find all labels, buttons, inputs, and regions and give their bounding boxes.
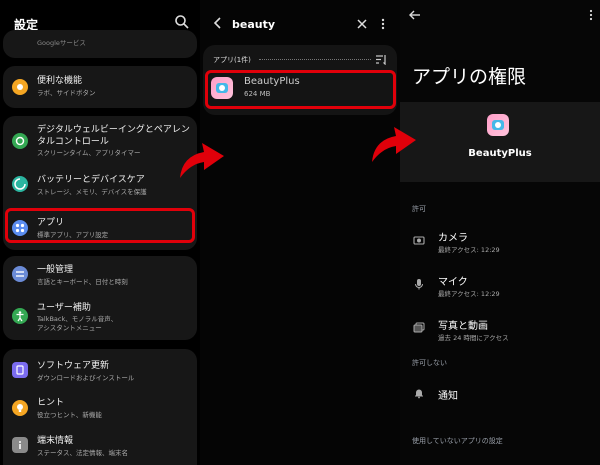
permission-photos-videos[interactable]: 写真と動画 過去 24 時間にアクセス: [400, 310, 600, 346]
settings-group-top: Googleサービス: [3, 30, 197, 58]
list-item-battery-care[interactable]: バッテリーとデバイスケア ストレージ、メモリ、デバイスを保護: [3, 166, 197, 204]
section-allowed-label: 許可: [412, 205, 426, 213]
permission-notifications[interactable]: 通知: [400, 378, 600, 408]
page-title: アプリの権限: [412, 66, 527, 88]
list-item-digital-wellbeing[interactable]: デジタルウェルビーイングとペアレン タルコントロール スクリーンタイム、アプリタ…: [3, 116, 197, 160]
accessibility-icon: [12, 308, 28, 324]
list-item-tips[interactable]: ヒント 役立つヒント、新機能: [3, 389, 197, 425]
microphone-icon: [415, 279, 423, 290]
settings-group-system: ソフトウェア更新 ダウンロードおよびインストール ヒント 役立つヒント、新機能 …: [3, 349, 197, 465]
back-icon[interactable]: [212, 16, 224, 30]
camera-icon: [413, 236, 425, 245]
list-item-about-phone[interactable]: 端末情報 ステータス、法定情報、端末名: [3, 427, 197, 463]
results-section-label: アプリ(1件): [213, 56, 251, 64]
settings-group-advanced: 便利な機能 ラボ、サイドボタン: [3, 66, 197, 108]
highlight-box-apps: [5, 208, 195, 243]
sliders-icon: [12, 266, 28, 282]
bell-icon: [415, 389, 423, 399]
highlight-box-result: [205, 70, 396, 109]
wellbeing-icon: [12, 133, 28, 149]
info-icon: [12, 437, 28, 453]
section-unused-label: 使用していないアプリの設定: [412, 437, 503, 445]
beautyplus-app-icon: [487, 114, 509, 136]
more-options-icon[interactable]: [588, 8, 594, 22]
software-update-icon: [12, 362, 28, 378]
close-icon[interactable]: [356, 18, 368, 30]
partial-item[interactable]: Googleサービス: [37, 37, 86, 47]
sort-icon[interactable]: [375, 54, 387, 65]
app-header-card: [400, 102, 600, 182]
section-not-allowed-label: 許可しない: [412, 359, 447, 367]
permission-camera[interactable]: カメラ 最終アクセス: 12:29: [400, 222, 600, 258]
arrow-icon: [372, 127, 416, 162]
divider: [259, 59, 371, 60]
more-options-icon[interactable]: [380, 17, 386, 31]
gear-plus-icon: [12, 79, 28, 95]
settings-group-general: 一般管理 言語とキーボード、日付と時刻 ユーザー補助 TalkBack、モノラル…: [3, 256, 197, 340]
device-care-icon: [12, 176, 28, 192]
permissions-panel: アプリの権限 BeautyPlus 許可 カメラ 最終アクセス: 12:29 マ…: [400, 0, 600, 465]
list-item-software-update[interactable]: ソフトウェア更新 ダウンロードおよびインストール: [3, 349, 197, 387]
app-name: BeautyPlus: [468, 148, 532, 159]
lightbulb-icon: [12, 400, 28, 416]
list-item-advanced-features[interactable]: 便利な機能 ラボ、サイドボタン: [3, 66, 197, 108]
settings-panel: 設定 Googleサービス 便利な機能 ラボ、サイドボタン デジタルウェルビーイ…: [0, 0, 200, 465]
list-item-accessibility[interactable]: ユーザー補助 TalkBack、モノラル音声、 アシスタントメニュー: [3, 296, 197, 340]
photos-icon: [413, 322, 425, 333]
search-input[interactable]: beauty: [232, 18, 275, 31]
list-item-general-management[interactable]: 一般管理 言語とキーボード、日付と時刻: [3, 256, 197, 294]
search-icon[interactable]: [174, 14, 190, 30]
back-arrow-icon[interactable]: [409, 10, 421, 20]
permission-microphone[interactable]: マイク 最終アクセス: 12:29: [400, 266, 600, 302]
arrow-icon: [180, 143, 224, 178]
